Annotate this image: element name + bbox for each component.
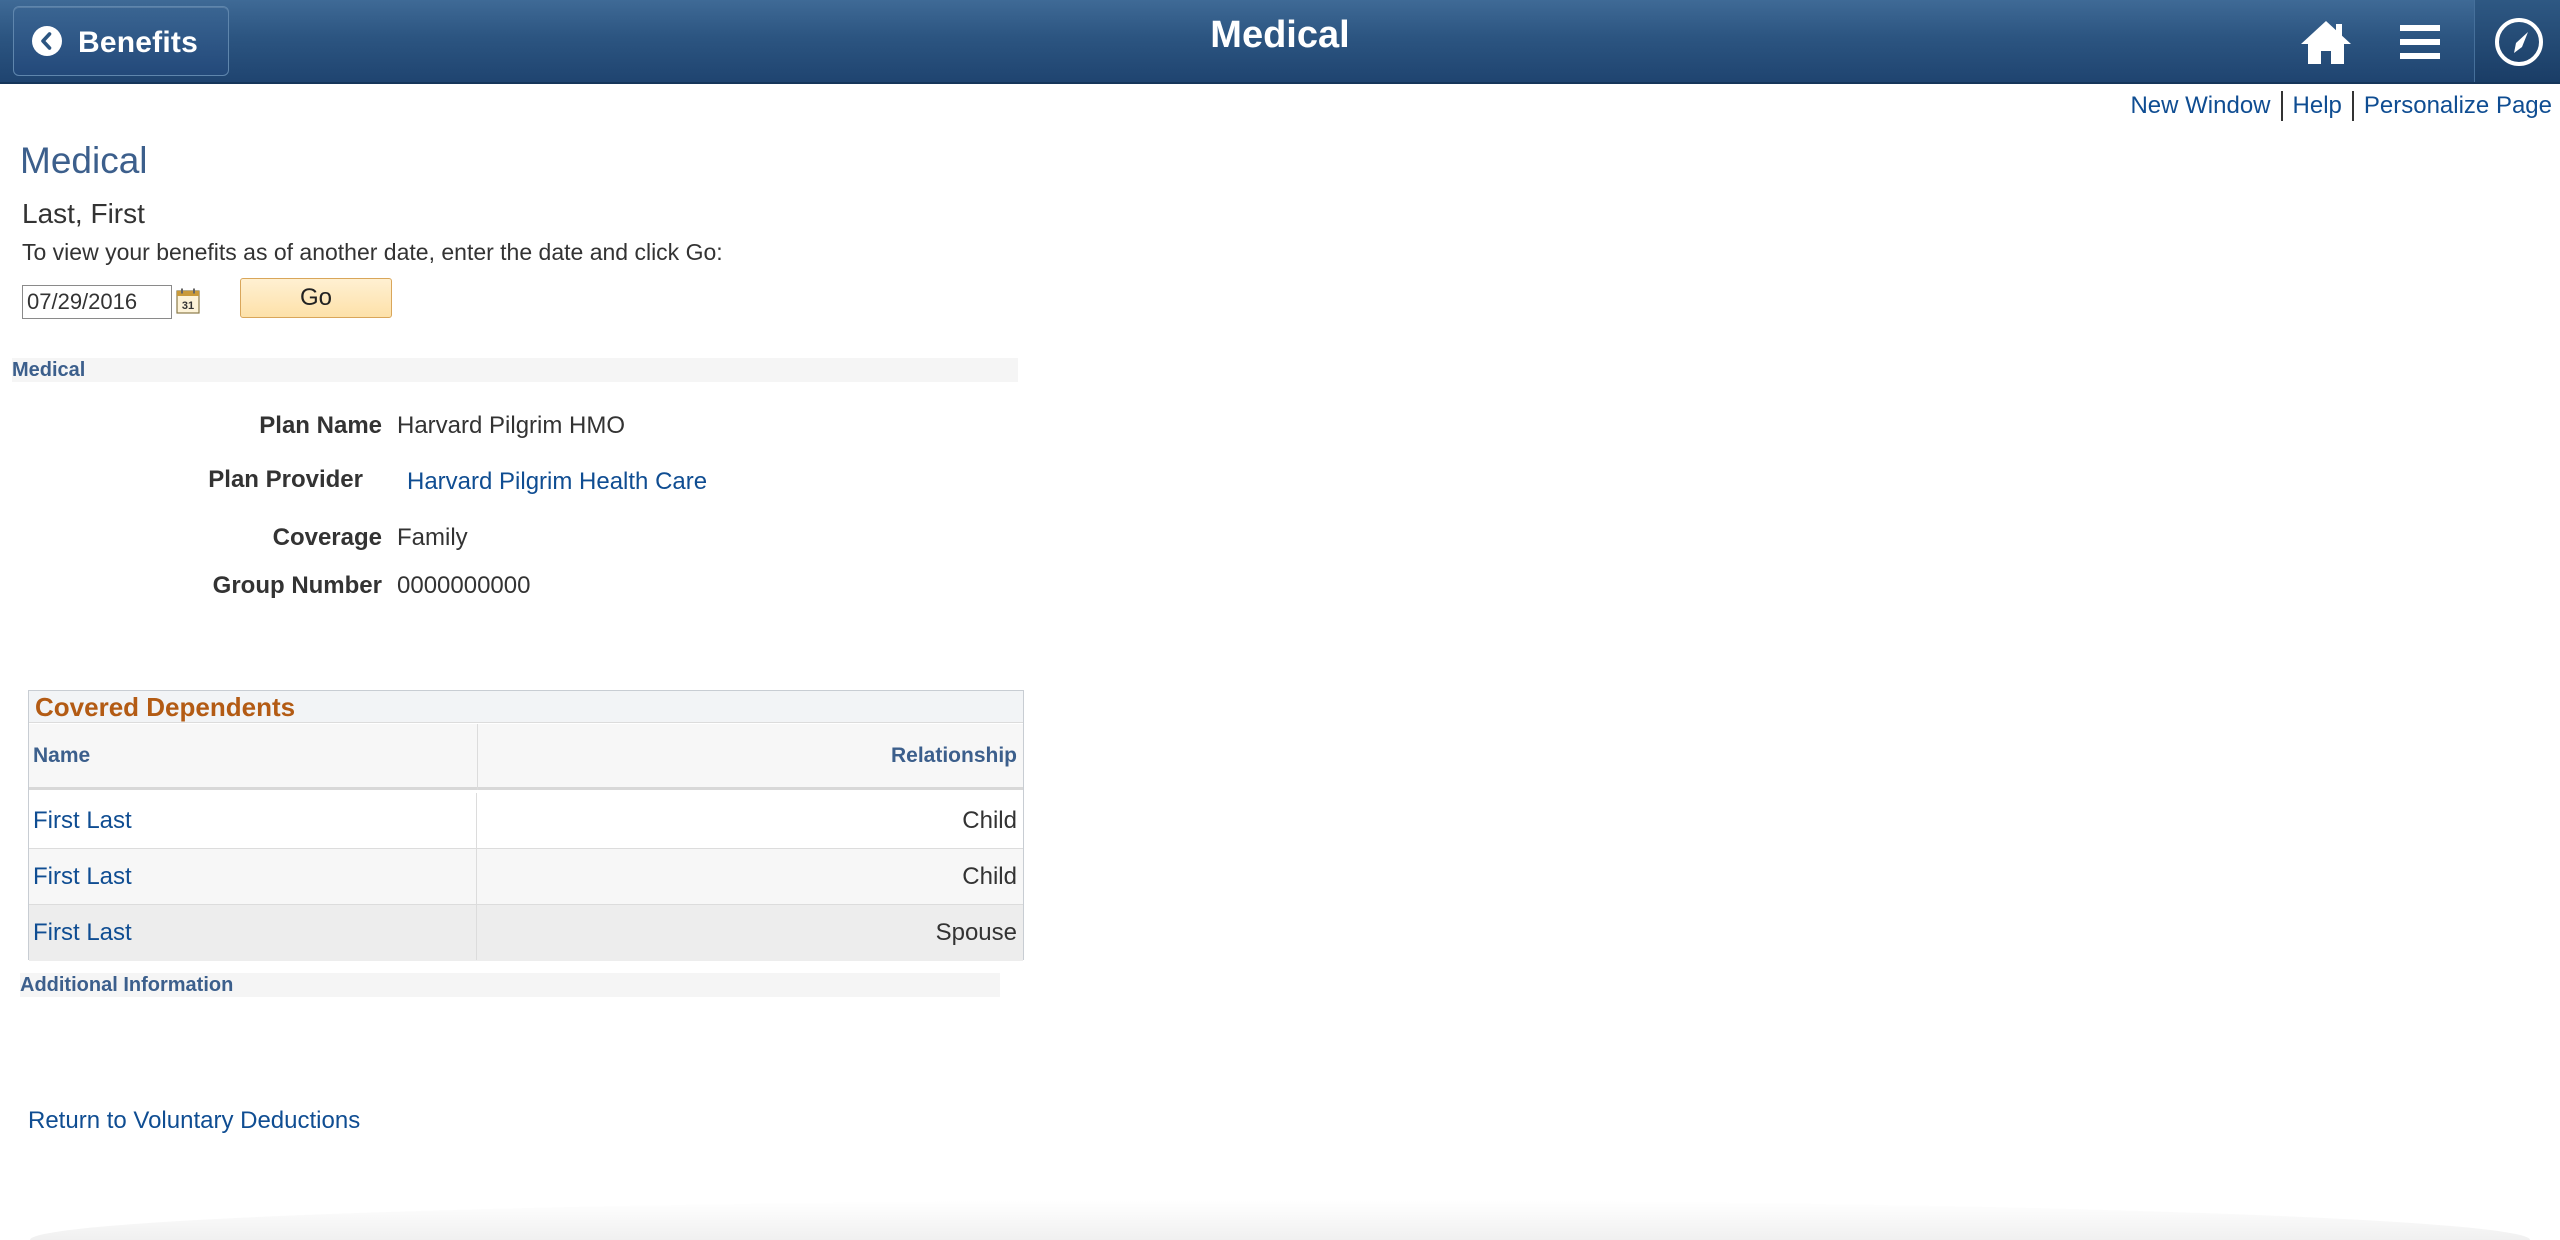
go-button[interactable]: Go [240, 278, 392, 318]
dependent-name-link[interactable]: First Last [33, 807, 132, 835]
new-window-link[interactable]: New Window [2120, 92, 2280, 120]
employee-name: Last, First [22, 198, 145, 229]
as-of-date-input[interactable] [22, 285, 172, 319]
back-button-label: Benefits [78, 26, 198, 59]
group-number-label: Group Number [212, 572, 382, 599]
page-links: New Window Help Personalize Page [2120, 90, 2560, 122]
app-header: Benefits Medical [0, 0, 2560, 84]
covered-dependents-grid: Covered Dependents Name Relationship Fir… [28, 690, 1024, 961]
plan-provider-label: Plan Provider [208, 466, 363, 493]
page-title: Medical [20, 140, 148, 181]
plan-name-label: Plan Name [259, 412, 382, 439]
hamburger-menu-icon[interactable] [2390, 12, 2450, 72]
name-cell: First Last [29, 793, 477, 848]
navbar-button[interactable] [2474, 0, 2560, 82]
compass-icon [2495, 18, 2543, 66]
relationship-cell: Child [962, 807, 1017, 834]
help-link[interactable]: Help [2283, 92, 2352, 120]
table-row: First Last Child [29, 849, 1023, 905]
svg-text:31: 31 [182, 300, 194, 312]
grid-title: Covered Dependents [29, 691, 1023, 723]
additional-information-header: Additional Information [20, 973, 1000, 997]
relationship-cell: Child [962, 863, 1017, 890]
name-cell: First Last [29, 849, 477, 904]
dependent-name-link[interactable]: First Last [33, 863, 132, 891]
group-number-value: 0000000000 [397, 572, 531, 599]
plan-provider-link[interactable]: Harvard Pilgrim Health Care [407, 468, 707, 496]
page-bottom-shadow [30, 1200, 2530, 1240]
page-header-title: Medical [1210, 14, 1350, 56]
back-to-benefits-button[interactable]: Benefits [13, 6, 229, 76]
relationship-cell: Spouse [935, 919, 1017, 946]
table-row: First Last Child [29, 793, 1023, 849]
coverage-label: Coverage [272, 524, 382, 551]
calendar-icon[interactable]: 31 [176, 288, 200, 314]
name-cell: First Last [29, 905, 477, 960]
date-instructions: To view your benefits as of another date… [22, 239, 723, 265]
home-icon[interactable] [2296, 12, 2356, 72]
column-header-name[interactable]: Name [33, 744, 90, 768]
table-row: First Last Spouse [29, 905, 1023, 961]
dependent-name-link[interactable]: First Last [33, 919, 132, 947]
grid-header-row: Name Relationship [29, 724, 1023, 790]
chevron-left-icon [32, 26, 62, 56]
personalize-page-link[interactable]: Personalize Page [2354, 92, 2560, 120]
plan-name-value: Harvard Pilgrim HMO [397, 412, 626, 439]
column-header-relationship[interactable]: Relationship [891, 744, 1017, 768]
coverage-value: Family [397, 524, 468, 551]
column-divider [477, 724, 478, 790]
medical-section-header: Medical [12, 358, 1018, 382]
return-to-voluntary-deductions-link[interactable]: Return to Voluntary Deductions [28, 1107, 360, 1135]
